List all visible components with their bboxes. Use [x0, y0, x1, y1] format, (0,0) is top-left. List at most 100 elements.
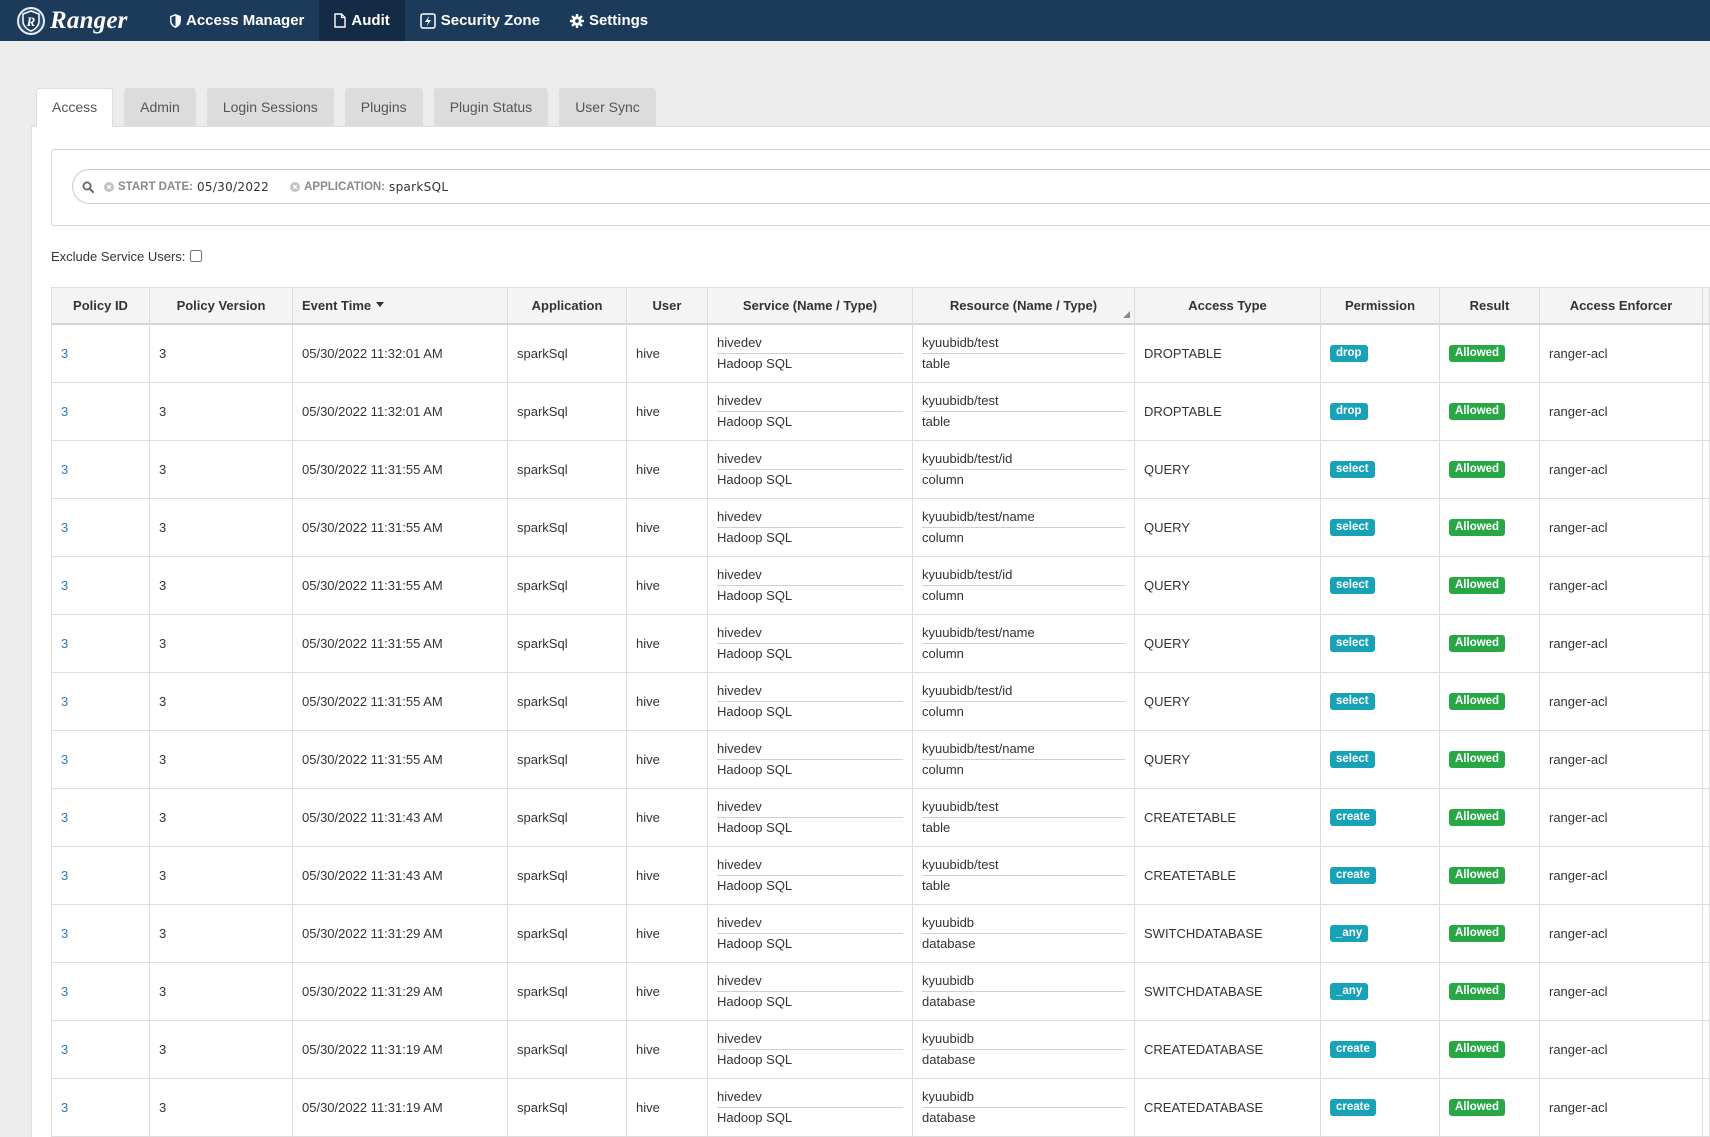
policy-id-cell: 3	[52, 789, 150, 847]
permission-cell: create	[1321, 1021, 1440, 1079]
policy-id-link[interactable]: 3	[61, 462, 68, 477]
permission-badge: select	[1330, 635, 1375, 652]
resize-handle-icon[interactable]	[1123, 311, 1130, 318]
permission-badge: select	[1330, 519, 1375, 536]
policy-id-link[interactable]: 3	[61, 520, 68, 535]
nav-item-access-manager[interactable]: Access Manager	[155, 0, 319, 41]
result-cell: Allowed	[1440, 789, 1540, 847]
result-cell: Allowed	[1440, 847, 1540, 905]
overflow-cell	[1703, 847, 1710, 905]
access-enforcer-cell: ranger-acl	[1540, 673, 1703, 731]
policy-id-cell: 3	[52, 557, 150, 615]
policy-id-link[interactable]: 3	[61, 1100, 68, 1115]
event-time-cell: 05/30/2022 11:31:55 AM	[293, 557, 508, 615]
service-stack: hivedev Hadoop SQL	[717, 855, 903, 896]
filter-value[interactable]: sparkSQL	[389, 180, 448, 194]
overflow-cell	[1703, 441, 1710, 499]
policy-id-link[interactable]: 3	[61, 578, 68, 593]
application-cell: sparkSql	[508, 1079, 627, 1137]
user-cell: hive	[627, 847, 708, 905]
exclude-service-users-checkbox[interactable]	[190, 250, 203, 262]
column-header-resource: Resource (Name / Type)	[913, 288, 1135, 325]
table-row: 3 3 05/30/2022 11:31:55 AM sparkSql hive hive…	[52, 673, 1710, 731]
policy-id-cell: 3	[52, 1079, 150, 1137]
permission-badge: create	[1330, 1041, 1376, 1058]
application-cell: sparkSql	[508, 905, 627, 963]
nav-item-settings[interactable]: Settings	[555, 0, 663, 41]
resource-name: kyuubidb/test/id	[922, 565, 1125, 586]
overflow-cell	[1703, 557, 1710, 615]
resource-stack: kyuubidb database	[922, 1029, 1125, 1070]
filter-start-date[interactable]: START DATE: 05/30/2022	[104, 180, 269, 194]
service-cell: hivedev Hadoop SQL	[708, 789, 913, 847]
permission-cell: select	[1321, 441, 1440, 499]
policy-id-link[interactable]: 3	[61, 694, 68, 709]
tab-login-sessions[interactable]: Login Sessions	[206, 88, 334, 126]
service-cell: hivedev Hadoop SQL	[708, 673, 913, 731]
policy-id-link[interactable]: 3	[61, 868, 68, 883]
application-cell: sparkSql	[508, 325, 627, 383]
column-header-label: Application	[531, 298, 603, 313]
policy-id-link[interactable]: 3	[61, 984, 68, 999]
filter-application[interactable]: APPLICATION: sparkSQL	[290, 180, 448, 194]
policy-id-link[interactable]: 3	[61, 752, 68, 767]
service-cell: hivedev Hadoop SQL	[708, 1021, 913, 1079]
application-cell: sparkSql	[508, 499, 627, 557]
access-enforcer-cell: ranger-acl	[1540, 499, 1703, 557]
audit-table: Policy ID Policy Version Event Time Appl…	[51, 287, 1710, 1137]
resource-name: kyuubidb/test	[922, 797, 1125, 818]
access-enforcer-cell: ranger-acl	[1540, 441, 1703, 499]
shield-icon	[170, 13, 181, 28]
filter-value[interactable]: 05/30/2022	[197, 180, 269, 194]
result-cell: Allowed	[1440, 731, 1540, 789]
tab-access[interactable]: Access	[36, 88, 114, 127]
policy-id-link[interactable]: 3	[61, 810, 68, 825]
result-cell: Allowed	[1440, 905, 1540, 963]
service-type: Hadoop SQL	[717, 878, 793, 893]
nav-item-audit[interactable]: Audit	[319, 0, 405, 41]
policy-id-link[interactable]: 3	[61, 926, 68, 941]
policy-id-cell: 3	[52, 963, 150, 1021]
nav-item-label: Audit	[351, 12, 390, 29]
resource-type: database	[922, 994, 976, 1009]
event-time-cell: 05/30/2022 11:32:01 AM	[293, 325, 508, 383]
nav-item-security-zone[interactable]: Security Zone	[405, 0, 555, 41]
close-circle-icon[interactable]	[104, 181, 114, 192]
column-header-result: Result	[1440, 288, 1540, 325]
policy-id-link[interactable]: 3	[61, 1042, 68, 1057]
permission-cell: drop	[1321, 383, 1440, 441]
policy-id-cell: 3	[52, 441, 150, 499]
service-type: Hadoop SQL	[717, 414, 793, 429]
table-row: 3 3 05/30/2022 11:31:29 AM sparkSql hive hive…	[52, 963, 1710, 1021]
tab-plugin-status[interactable]: Plugin Status	[433, 88, 549, 126]
result-badge: Allowed	[1449, 983, 1506, 1000]
search-bar[interactable]: START DATE: 05/30/2022 APPLICATION: spar…	[72, 169, 1710, 204]
policy-id-link[interactable]: 3	[61, 346, 68, 361]
policy-version-cell: 3	[150, 963, 293, 1021]
result-cell: Allowed	[1440, 383, 1540, 441]
service-name: hivedev	[717, 855, 903, 876]
policy-id-link[interactable]: 3	[61, 636, 68, 651]
resource-stack: kyuubidb/test/id column	[922, 681, 1125, 722]
overflow-cell	[1703, 731, 1710, 789]
close-circle-icon[interactable]	[290, 181, 301, 192]
access-type-cell: QUERY	[1135, 731, 1321, 789]
resource-type: column	[922, 588, 964, 603]
tab-admin[interactable]: Admin	[124, 88, 196, 126]
tab-plugins[interactable]: Plugins	[344, 88, 423, 126]
exclude-service-users: Exclude Service Users:	[51, 248, 203, 264]
result-badge: Allowed	[1449, 925, 1506, 942]
brand-logo[interactable]: R Ranger	[0, 0, 155, 41]
overflow-cell	[1703, 905, 1710, 963]
service-type: Hadoop SQL	[717, 588, 793, 603]
policy-id-link[interactable]: 3	[61, 404, 68, 419]
access-type-cell: QUERY	[1135, 441, 1321, 499]
application-cell: sparkSql	[508, 731, 627, 789]
event-time-cell: 05/30/2022 11:31:29 AM	[293, 963, 508, 1021]
tab-user-sync[interactable]: User Sync	[559, 88, 656, 126]
access-enforcer-cell: ranger-acl	[1540, 615, 1703, 673]
resource-name: kyuubidb	[922, 971, 1125, 992]
sort-desc-icon[interactable]	[376, 301, 385, 307]
policy-id-cell: 3	[52, 731, 150, 789]
column-header-event-time[interactable]: Event Time	[293, 288, 508, 325]
